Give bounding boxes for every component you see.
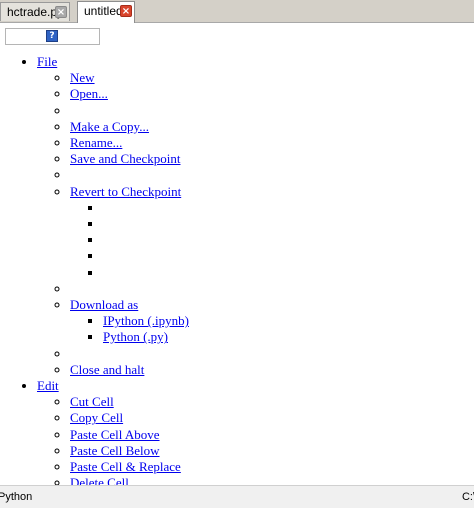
checkpoint-item <box>103 248 474 264</box>
download-py-link[interactable]: Python (.py) <box>103 329 168 344</box>
menu-item-close-halt: Close and halt <box>70 362 474 378</box>
make-copy-link[interactable]: Make a Copy... <box>70 119 149 134</box>
menu-item-paste-above: Paste Cell Above <box>70 427 474 443</box>
paste-below-link[interactable]: Paste Cell Below <box>70 443 160 458</box>
open-link[interactable]: Open... <box>70 86 108 101</box>
path-indicator: C:\ <box>461 491 474 503</box>
menu-divider <box>70 167 474 183</box>
menu-item-open: Open... <box>70 86 474 102</box>
menu-item-copy-cell: Copy Cell <box>70 410 474 426</box>
download-ipynb-link[interactable]: IPython (.ipynb) <box>103 313 189 328</box>
tab-untitled[interactable]: untitled × <box>77 1 135 23</box>
tab-hctrade[interactable]: hctrade.py × <box>0 2 70 21</box>
close-halt-link[interactable]: Close and halt <box>70 362 144 377</box>
new-link[interactable]: New <box>70 70 95 85</box>
close-icon[interactable]: × <box>55 6 67 18</box>
menu-divider <box>70 281 474 297</box>
menu-item-download-as: Download as IPython (.ipynb) Python (.py… <box>70 297 474 346</box>
language-indicator: Python <box>0 491 33 503</box>
checkpoint-list <box>70 200 474 281</box>
cut-cell-link[interactable]: Cut Cell <box>70 394 114 409</box>
copy-cell-link[interactable]: Copy Cell <box>70 410 123 425</box>
menu-item-download-py: Python (.py) <box>103 329 474 345</box>
menubar: File New Open... Make a Copy... Rename..… <box>0 54 474 485</box>
help-icon[interactable]: ? <box>46 30 58 42</box>
download-as-link[interactable]: Download as <box>70 297 138 312</box>
menu-item-download-ipynb: IPython (.ipynb) <box>103 313 474 329</box>
menu-item-rename: Rename... <box>70 135 474 151</box>
checkpoint-item <box>103 216 474 232</box>
status-bar: Python C:\ <box>0 485 474 508</box>
tab-bar: hctrade.py × untitled × <box>0 0 474 23</box>
file-submenu: New Open... Make a Copy... Rename... Sav… <box>37 70 474 378</box>
menu-item-paste-below: Paste Cell Below <box>70 443 474 459</box>
checkpoint-item <box>103 200 474 216</box>
paste-replace-link[interactable]: Paste Cell & Replace <box>70 459 181 474</box>
menu-edit: Edit Cut Cell Copy Cell Paste Cell Above… <box>37 378 474 485</box>
menu-divider <box>70 346 474 362</box>
checkpoint-item <box>103 265 474 281</box>
menu-item-delete-cell: Delete Cell <box>70 475 474 485</box>
menu-file: File New Open... Make a Copy... Rename..… <box>37 54 474 378</box>
menu-divider <box>70 103 474 119</box>
rename-link[interactable]: Rename... <box>70 135 122 150</box>
delete-cell-link[interactable]: Delete Cell <box>70 475 129 485</box>
menu-item-make-copy: Make a Copy... <box>70 119 474 135</box>
paste-above-link[interactable]: Paste Cell Above <box>70 427 160 442</box>
save-checkpoint-link[interactable]: Save and Checkpoint <box>70 151 180 166</box>
toolbar-widget[interactable]: ? <box>5 28 100 45</box>
menu-item-save-checkpoint: Save and Checkpoint <box>70 151 474 167</box>
menu-file-link[interactable]: File <box>37 54 57 69</box>
edit-submenu: Cut Cell Copy Cell Paste Cell Above Past… <box>37 394 474 485</box>
menu-edit-link[interactable]: Edit <box>37 378 59 393</box>
checkpoint-item <box>103 232 474 248</box>
close-icon[interactable]: × <box>120 5 132 17</box>
menu-item-cut-cell: Cut Cell <box>70 394 474 410</box>
download-submenu: IPython (.ipynb) Python (.py) <box>70 313 474 345</box>
tab-label: untitled <box>84 4 123 18</box>
menu-item-paste-replace: Paste Cell & Replace <box>70 459 474 475</box>
menu-item-new: New <box>70 70 474 86</box>
menu-list: File New Open... Make a Copy... Rename..… <box>0 54 474 485</box>
revert-checkpoint-link[interactable]: Revert to Checkpoint <box>70 184 181 199</box>
menu-item-revert-checkpoint: Revert to Checkpoint <box>70 184 474 281</box>
